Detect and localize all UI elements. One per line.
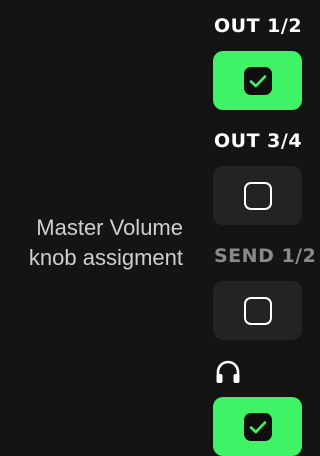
- out-1-2-toggle[interactable]: [213, 51, 302, 110]
- checkbox-empty-icon: [243, 181, 272, 210]
- checkbox-checked-icon: [243, 66, 272, 95]
- checkbox-checked-icon: [243, 412, 272, 441]
- headphones-toggle[interactable]: [213, 397, 302, 456]
- checkmark-icon: [249, 420, 266, 433]
- out-3-4-toggle[interactable]: [213, 166, 302, 225]
- master-volume-description: Master Volume knob assigment: [0, 213, 183, 273]
- checkbox-empty-icon: [243, 296, 272, 325]
- out-1-2-label: OUT 1/2: [214, 15, 303, 37]
- send-1-2-label: SEND 1/2: [214, 245, 317, 267]
- description-line-1: Master Volume: [36, 215, 183, 240]
- out-3-4-label: OUT 3/4: [214, 130, 303, 152]
- output-assignment-column: OUT 1/2 OUT 3/4 SEND 1/2: [213, 0, 317, 456]
- send-1-2-toggle[interactable]: [213, 281, 302, 340]
- description-line-2: knob assigment: [28, 245, 183, 270]
- checkmark-icon: [249, 74, 266, 87]
- headphones-icon: [216, 360, 240, 383]
